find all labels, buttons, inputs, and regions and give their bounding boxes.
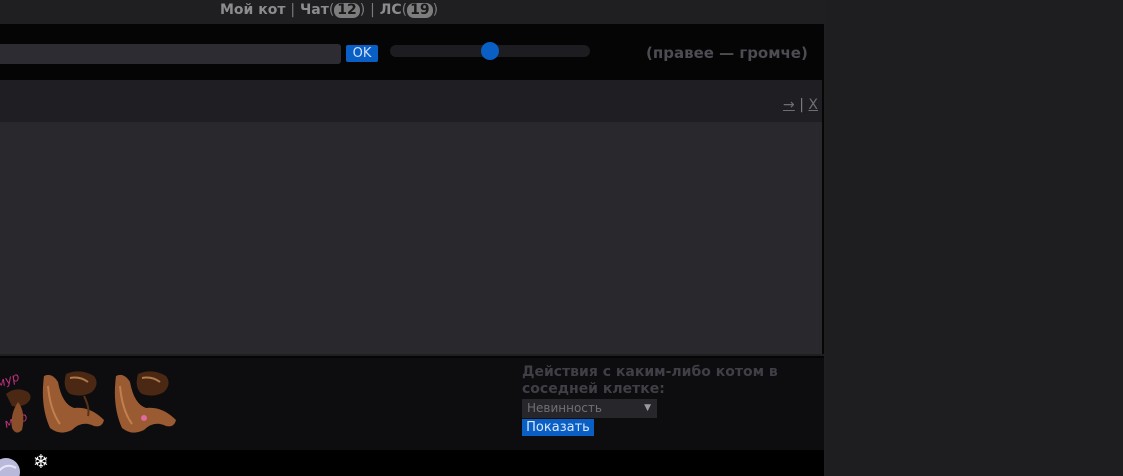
chevron-down-icon: ▼ — [644, 403, 651, 413]
chat-messages-area: → | X — [0, 80, 824, 354]
right-panel — [826, 0, 1123, 476]
weather-icon — [0, 458, 20, 476]
message-input[interactable] — [0, 44, 341, 64]
cat-sprite[interactable] — [36, 366, 108, 438]
cat-sprite[interactable]: мур мур — [0, 366, 40, 438]
chat-close-link[interactable]: X — [808, 97, 818, 113]
nav-separator: | — [370, 2, 375, 18]
cage-bottom-bar: мур мур Действия с каким-либо котом в со… — [0, 356, 824, 450]
volume-slider-thumb[interactable] — [481, 42, 499, 60]
top-navigation: Мой кот | Чат(12) | ЛС(19) — [220, 2, 439, 18]
chat-count-badge: 12 — [334, 3, 360, 18]
show-action-button[interactable]: Показать — [522, 419, 594, 436]
volume-slider[interactable] — [390, 42, 590, 60]
nav-separator: | — [290, 2, 296, 18]
nav-pm-link[interactable]: ЛС — [380, 2, 402, 18]
cat-sprite[interactable] — [108, 366, 180, 438]
action-select[interactable]: Невинность ▼ — [522, 399, 657, 418]
chat-controls: → | X — [783, 97, 818, 113]
chat-input-bar: OK (правее — громче) — [0, 24, 824, 80]
actions-title: Действия с каким-либо котом в соседней к… — [522, 364, 778, 397]
snowflake-icon: ❄ — [33, 451, 49, 473]
send-ok-button[interactable]: OK — [346, 45, 378, 62]
volume-hint: (правее — громче) — [646, 44, 808, 62]
chat-header-strip — [0, 80, 822, 122]
svg-text:мур: мур — [0, 369, 22, 390]
action-select-value: Невинность — [527, 401, 602, 415]
chat-arrow-link[interactable]: → — [783, 97, 795, 113]
footer-bar: ❄ — [0, 450, 824, 476]
chat-controls-separator: | — [799, 97, 804, 113]
neighbor-cats: мур мур — [0, 366, 180, 446]
pm-count-badge: 19 — [407, 3, 433, 18]
nav-my-cat-link[interactable]: Мой кот — [220, 2, 285, 18]
nav-chat-link[interactable]: Чат — [300, 2, 329, 18]
